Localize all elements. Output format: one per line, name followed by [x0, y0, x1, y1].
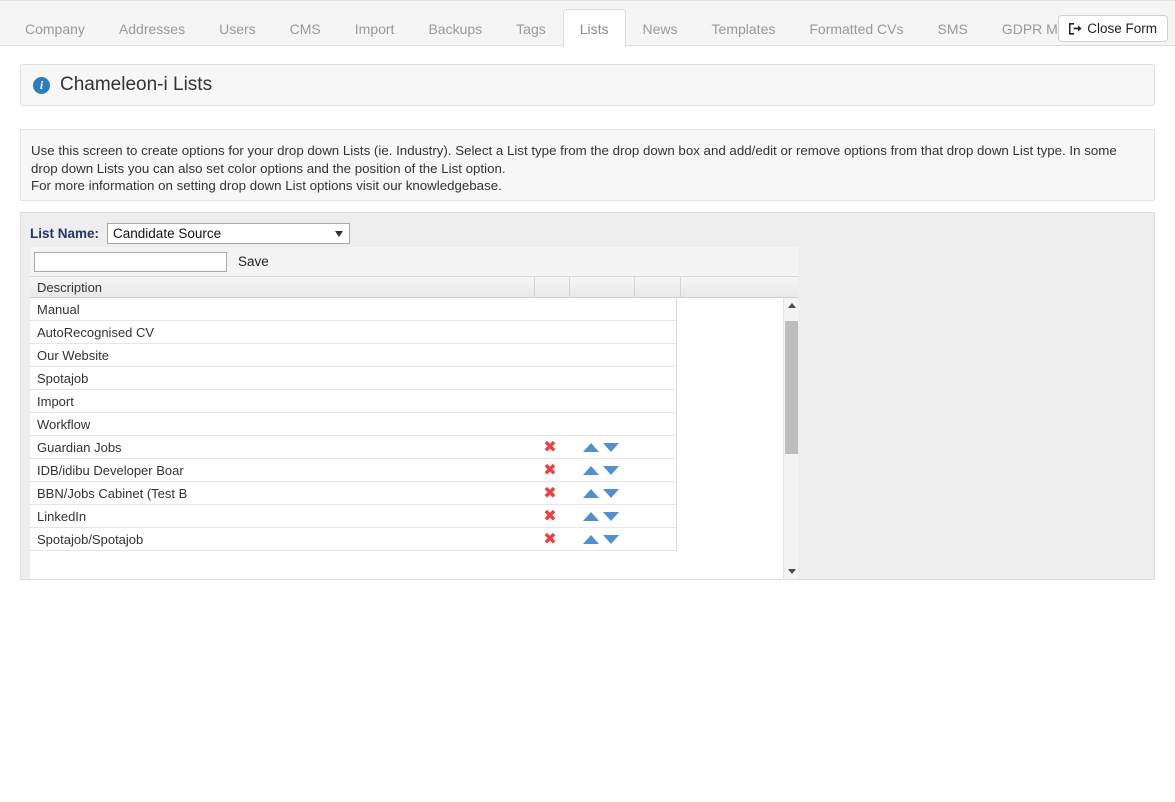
tab-cms[interactable]: CMS — [273, 9, 338, 47]
lists-editor-card: List Name: Candidate Source Save Descrip… — [20, 212, 1155, 580]
move-up-triangle-up-icon[interactable] — [583, 442, 599, 452]
tab-sms[interactable]: SMS — [921, 9, 985, 47]
row-reorder-arrows — [583, 442, 619, 452]
delete-row-x-icon[interactable]: ✖ — [535, 508, 565, 524]
move-up-triangle-up-icon[interactable] — [583, 534, 599, 544]
row-description: Our Website — [37, 347, 110, 363]
table-scroll-area: Manual AutoRecognised CV Our Website Spotaj… — [30, 298, 798, 579]
close-form-button[interactable]: Close Form — [1058, 15, 1168, 42]
row-reorder-arrows — [583, 511, 619, 521]
instructions-line-1: Use this screen to create options for yo… — [31, 143, 1117, 176]
move-down-triangle-down-icon[interactable] — [603, 511, 619, 521]
row-description: Spotajob — [37, 370, 89, 386]
row-reorder-arrows — [583, 465, 619, 475]
tab-import[interactable]: Import — [338, 9, 412, 47]
table-row[interactable]: IDB/idibu Developer Boar ✖ — [30, 459, 676, 482]
scroll-down-arrow-icon[interactable] — [784, 564, 798, 579]
tab-lists[interactable]: Lists — [562, 9, 626, 48]
move-down-triangle-down-icon[interactable] — [603, 488, 619, 498]
row-description: AutoRecognised CV — [37, 324, 155, 340]
table-row[interactable]: Import — [30, 390, 676, 413]
column-header-description: Description — [30, 277, 535, 297]
table-row[interactable]: BBN/Jobs Cabinet (Test B ✖ — [30, 482, 676, 505]
row-description: IDB/idibu Developer Boar — [37, 462, 184, 478]
tab-templates[interactable]: Templates — [695, 9, 793, 47]
page-title-panel: i Chameleon-i Lists — [20, 64, 1155, 106]
tab-news[interactable]: News — [626, 9, 695, 47]
list-name-selected-value: Candidate Source — [113, 225, 222, 241]
table-filler-column — [678, 298, 782, 579]
vertical-scrollbar[interactable] — [783, 298, 798, 579]
move-down-triangle-down-icon[interactable] — [603, 442, 619, 452]
move-up-triangle-up-icon[interactable] — [583, 511, 599, 521]
tab-tags[interactable]: Tags — [499, 9, 563, 47]
row-reorder-arrows — [583, 534, 619, 544]
row-description: Guardian Jobs — [37, 439, 122, 455]
move-up-triangle-up-icon[interactable] — [583, 465, 599, 475]
tab-bar: Company Addresses Users CMS Import Backups Tag… — [0, 0, 1175, 48]
tab-company[interactable]: Company — [8, 9, 102, 47]
move-up-triangle-up-icon[interactable] — [583, 488, 599, 498]
close-form-label: Close Form — [1087, 21, 1157, 36]
page-title: Chameleon-i Lists — [60, 74, 213, 95]
save-button[interactable]: Save — [238, 254, 269, 269]
row-description: Manual — [37, 301, 80, 317]
column-header-5 — [681, 277, 797, 297]
row-actions: ✖ — [535, 436, 619, 458]
new-option-input[interactable] — [34, 251, 227, 272]
column-header-4 — [635, 277, 681, 297]
page-root: Company Addresses Users CMS Import Backups Tag… — [0, 0, 1175, 802]
table-row[interactable]: Spotajob — [30, 367, 676, 390]
list-name-label: List Name: — [30, 226, 100, 241]
table-header: Description — [30, 276, 798, 298]
row-actions: ✖ — [535, 459, 619, 481]
tab-list: Company Addresses Users CMS Import Backups Tag… — [8, 9, 1110, 48]
table-body: Manual AutoRecognised CV Our Website Spotaj… — [30, 298, 677, 551]
row-description: Import — [37, 393, 74, 409]
info-icon: i — [33, 76, 50, 94]
row-description: Spotajob/Spotajob — [37, 531, 144, 547]
instructions-line-2: For more information on setting drop dow… — [31, 178, 502, 193]
column-header-3 — [570, 277, 635, 297]
move-down-triangle-down-icon[interactable] — [603, 534, 619, 544]
list-name-select[interactable]: Candidate Source — [107, 223, 351, 244]
list-options-area: Save Description Manual AutoRecognised CV… — [30, 247, 798, 579]
move-down-triangle-down-icon[interactable] — [603, 465, 619, 475]
table-row[interactable]: LinkedIn ✖ — [30, 505, 676, 528]
column-header-2 — [535, 277, 570, 297]
scroll-up-arrow-icon[interactable] — [784, 298, 798, 313]
table-row[interactable]: Our Website — [30, 344, 676, 367]
row-description: Workflow — [37, 416, 91, 432]
delete-row-x-icon[interactable]: ✖ — [535, 531, 565, 547]
tab-formatted-cvs[interactable]: Formatted CVs — [792, 9, 920, 47]
tab-backups[interactable]: Backups — [411, 9, 499, 47]
add-option-row: Save — [30, 247, 798, 276]
table-row[interactable]: Manual — [30, 298, 676, 321]
table-row[interactable]: Guardian Jobs ✖ — [30, 436, 676, 459]
scroll-thumb[interactable] — [785, 321, 798, 454]
delete-row-x-icon[interactable]: ✖ — [535, 439, 565, 455]
tab-addresses[interactable]: Addresses — [102, 9, 202, 47]
row-description: BBN/Jobs Cabinet (Test B — [37, 485, 188, 501]
table-row[interactable]: Spotajob/Spotajob ✖ — [30, 528, 676, 551]
table-row[interactable]: AutoRecognised CV — [30, 321, 676, 344]
row-reorder-arrows — [583, 488, 619, 498]
row-description: LinkedIn — [37, 508, 87, 524]
row-actions: ✖ — [535, 528, 619, 550]
delete-row-x-icon[interactable]: ✖ — [535, 462, 565, 478]
row-actions: ✖ — [535, 505, 619, 527]
row-actions: ✖ — [535, 482, 619, 504]
chevron-down-icon — [335, 230, 344, 237]
sign-out-icon — [1068, 22, 1082, 35]
instructions-panel: Use this screen to create options for yo… — [20, 129, 1155, 201]
list-name-row: List Name: Candidate Source — [30, 223, 351, 244]
tab-users[interactable]: Users — [202, 9, 273, 47]
table-row[interactable]: Workflow — [30, 413, 676, 436]
delete-row-x-icon[interactable]: ✖ — [535, 485, 565, 501]
